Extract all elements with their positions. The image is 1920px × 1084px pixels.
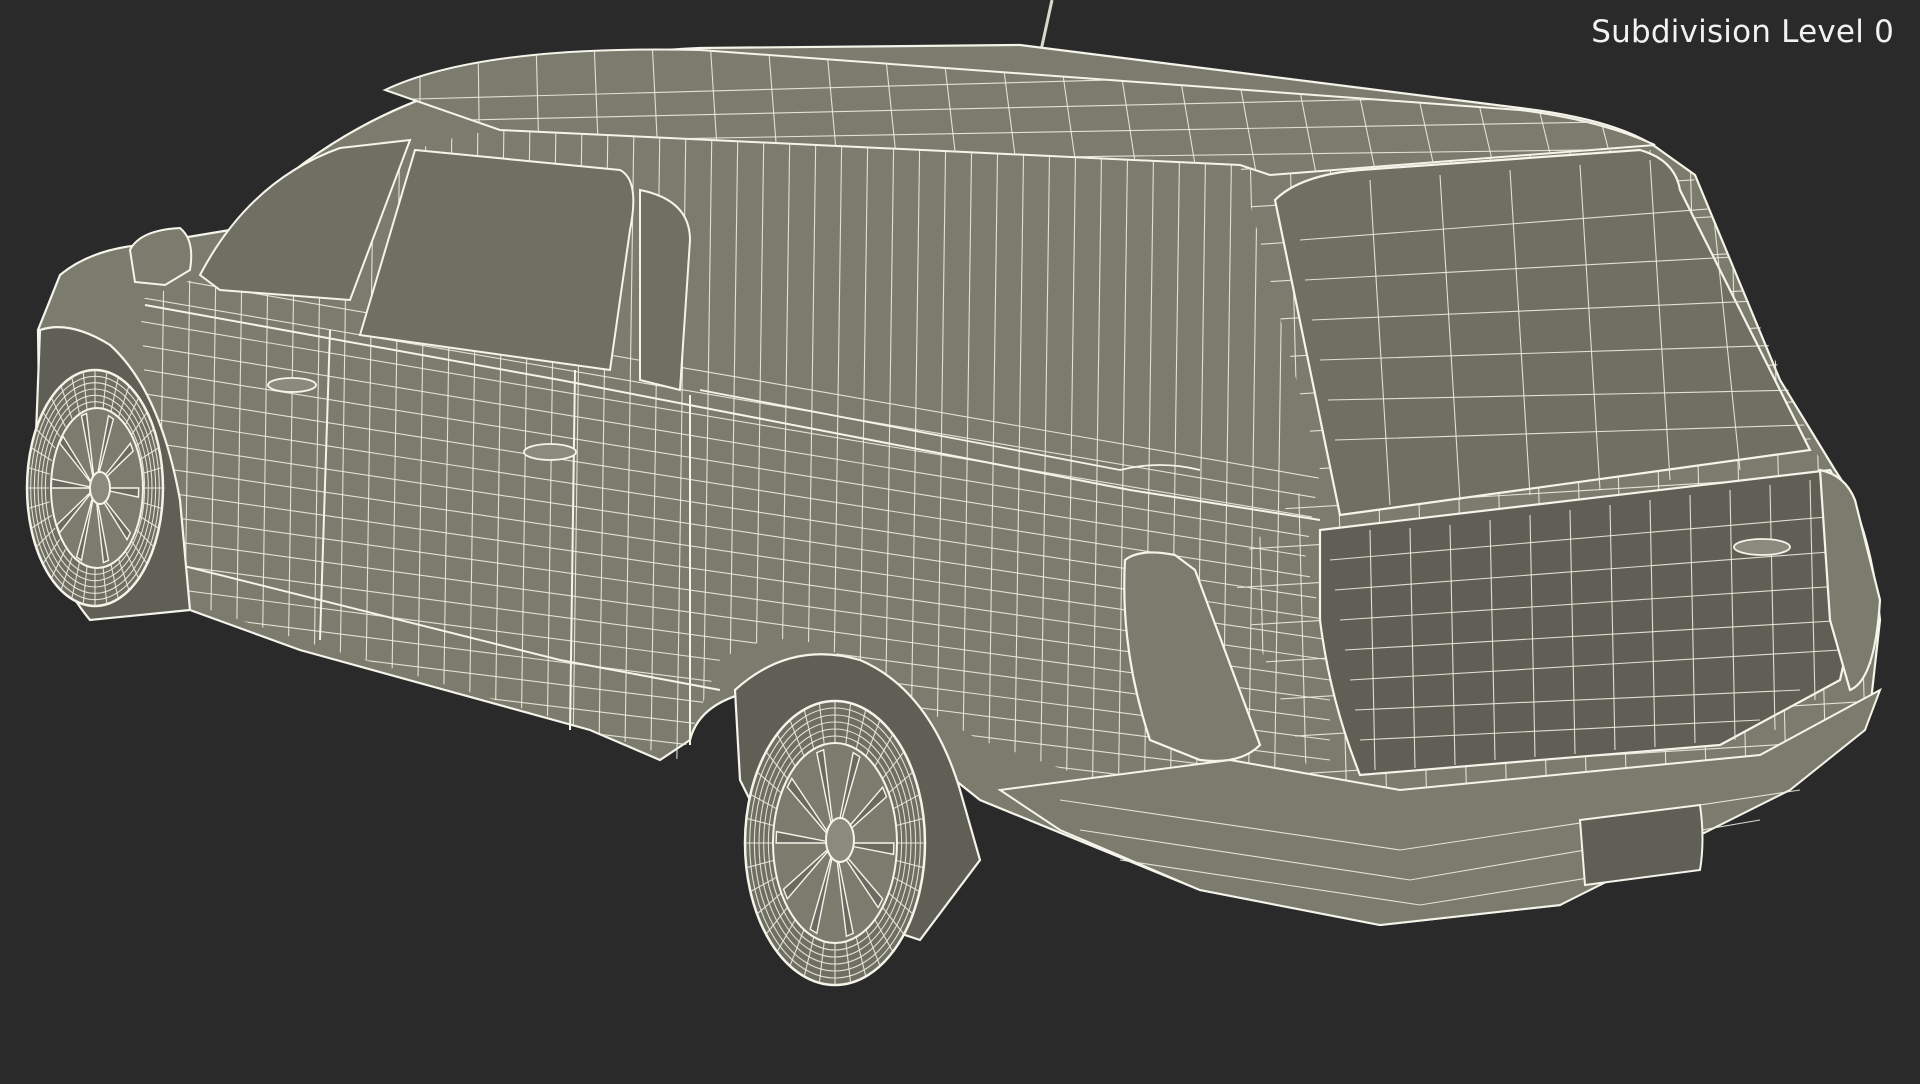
wheel-rear xyxy=(743,699,927,987)
rear-window xyxy=(1273,148,1812,517)
license-plate-recess xyxy=(1578,803,1704,887)
car-wireframe-model xyxy=(25,0,1882,987)
tailgate-handle xyxy=(1733,538,1791,556)
3d-viewport[interactable]: Subdivision Level 0 xyxy=(0,0,1920,1080)
mesh-edge xyxy=(120,870,1330,980)
door-handle-rear xyxy=(523,443,577,461)
side-window-rear xyxy=(639,188,692,392)
wheel-front xyxy=(25,368,165,608)
subdivision-level-label: Subdivision Level 0 xyxy=(1591,14,1894,50)
door-handle-front xyxy=(267,377,317,393)
